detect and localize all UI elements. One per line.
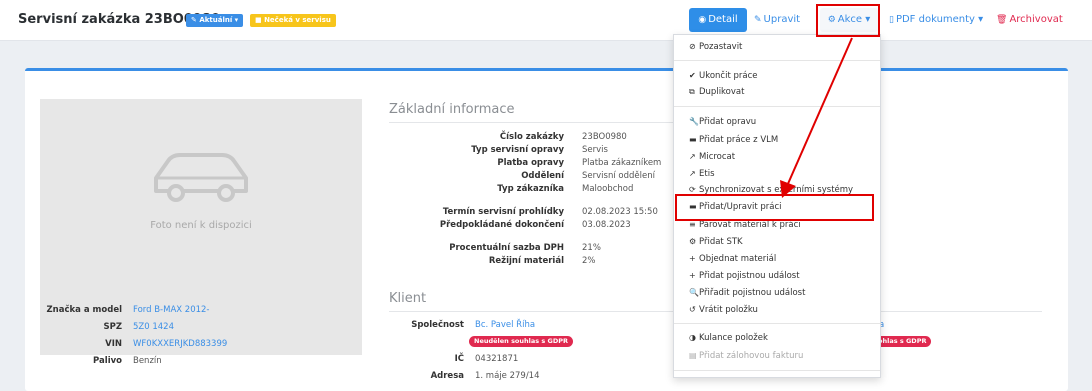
annotation-arrow [780,37,853,198]
